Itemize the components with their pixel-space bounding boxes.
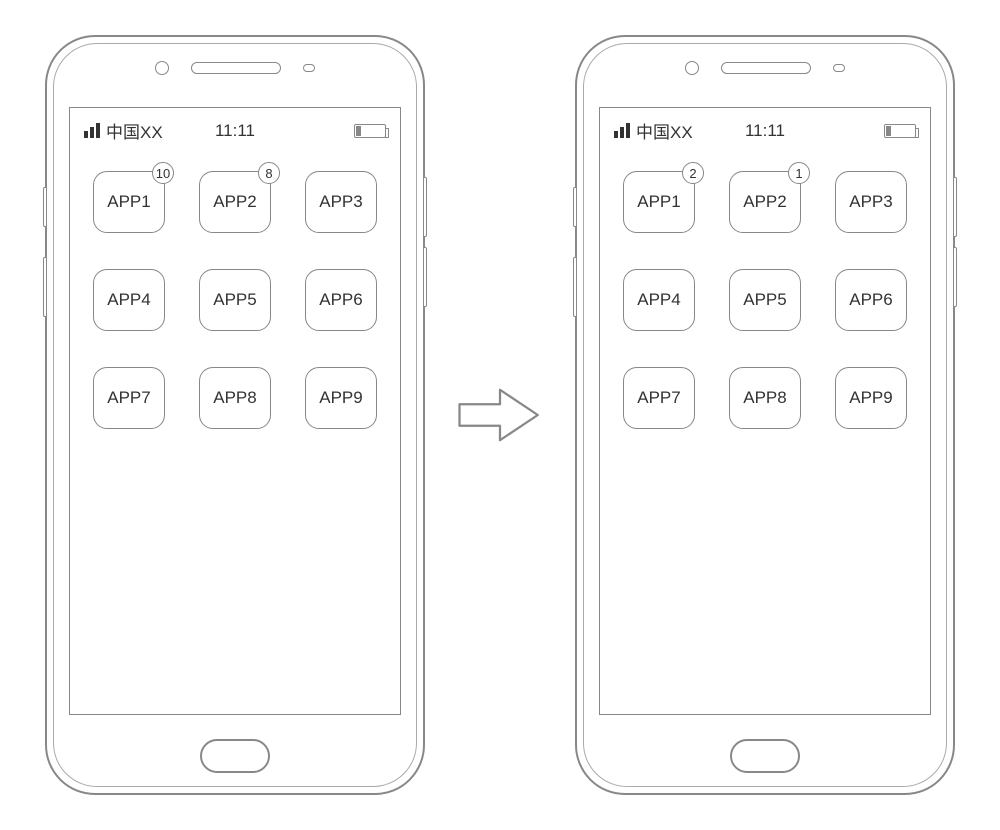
app-label: APP1	[637, 192, 680, 212]
top-sensors	[577, 61, 953, 75]
home-button[interactable]	[200, 739, 270, 773]
notification-badge: 1	[788, 162, 810, 184]
app-icon-app2[interactable]: APP2 1	[729, 171, 801, 233]
top-sensors	[47, 61, 423, 75]
app-icon-app8[interactable]: APP8	[729, 367, 801, 429]
app-label: APP2	[743, 192, 786, 212]
side-button	[953, 177, 957, 237]
app-label: APP5	[213, 290, 256, 310]
app-label: APP3	[849, 192, 892, 212]
side-button	[43, 257, 47, 317]
app-icon-app1[interactable]: APP1 2	[623, 171, 695, 233]
app-label: APP7	[107, 388, 150, 408]
time-label: 11:11	[215, 121, 255, 141]
signal-icon	[614, 123, 630, 138]
app-icon-app1[interactable]: APP1 10	[93, 171, 165, 233]
speaker-icon	[721, 62, 811, 74]
battery-icon	[354, 124, 386, 138]
app-icon-app3[interactable]: APP3	[305, 171, 377, 233]
app-icon-app8[interactable]: APP8	[199, 367, 271, 429]
proximity-sensor-icon	[303, 64, 315, 72]
app-icon-app7[interactable]: APP7	[623, 367, 695, 429]
notification-badge: 8	[258, 162, 280, 184]
app-grid: APP1 2 APP2 1 APP3 APP4 APP5 APP6 APP7	[600, 147, 930, 453]
app-label: APP7	[637, 388, 680, 408]
app-label: APP3	[319, 192, 362, 212]
app-icon-app2[interactable]: APP2 8	[199, 171, 271, 233]
screen[interactable]: 中国XX 11:11 APP1 10 APP2 8 APP3 APP4 APP5	[69, 107, 401, 715]
app-label: APP4	[107, 290, 150, 310]
phone-before: 中国XX 11:11 APP1 10 APP2 8 APP3 APP4 APP5	[45, 35, 425, 795]
signal-icon	[84, 123, 100, 138]
notification-badge: 10	[152, 162, 174, 184]
app-icon-app6[interactable]: APP6	[835, 269, 907, 331]
side-button	[573, 187, 577, 227]
status-bar: 中国XX 11:11	[70, 108, 400, 147]
app-icon-app6[interactable]: APP6	[305, 269, 377, 331]
app-label: APP9	[849, 388, 892, 408]
app-icon-app5[interactable]: APP5	[729, 269, 801, 331]
app-label: APP4	[637, 290, 680, 310]
app-label: APP9	[319, 388, 362, 408]
app-icon-app9[interactable]: APP9	[835, 367, 907, 429]
app-icon-app4[interactable]: APP4	[93, 269, 165, 331]
arrow-icon	[455, 370, 545, 460]
notification-badge: 2	[682, 162, 704, 184]
app-grid: APP1 10 APP2 8 APP3 APP4 APP5 APP6 APP7	[70, 147, 400, 453]
app-label: APP8	[743, 388, 786, 408]
camera-icon	[685, 61, 699, 75]
phone-after: 中国XX 11:11 APP1 2 APP2 1 APP3 APP4 APP5	[575, 35, 955, 795]
side-button	[423, 247, 427, 307]
side-button	[423, 177, 427, 237]
screen[interactable]: 中国XX 11:11 APP1 2 APP2 1 APP3 APP4 APP5	[599, 107, 931, 715]
app-label: APP6	[849, 290, 892, 310]
app-label: APP1	[107, 192, 150, 212]
app-icon-app3[interactable]: APP3	[835, 171, 907, 233]
camera-icon	[155, 61, 169, 75]
app-icon-app7[interactable]: APP7	[93, 367, 165, 429]
side-button	[43, 187, 47, 227]
status-bar: 中国XX 11:11	[600, 108, 930, 147]
app-icon-app9[interactable]: APP9	[305, 367, 377, 429]
app-label: APP8	[213, 388, 256, 408]
app-icon-app5[interactable]: APP5	[199, 269, 271, 331]
carrier-label: 中国XX	[106, 118, 163, 143]
app-icon-app4[interactable]: APP4	[623, 269, 695, 331]
proximity-sensor-icon	[833, 64, 845, 72]
battery-icon	[884, 124, 916, 138]
carrier-label: 中国XX	[636, 118, 693, 143]
side-button	[573, 257, 577, 317]
home-button[interactable]	[730, 739, 800, 773]
app-label: APP5	[743, 290, 786, 310]
side-button	[953, 247, 957, 307]
app-label: APP2	[213, 192, 256, 212]
time-label: 11:11	[745, 121, 785, 141]
app-label: APP6	[319, 290, 362, 310]
speaker-icon	[191, 62, 281, 74]
